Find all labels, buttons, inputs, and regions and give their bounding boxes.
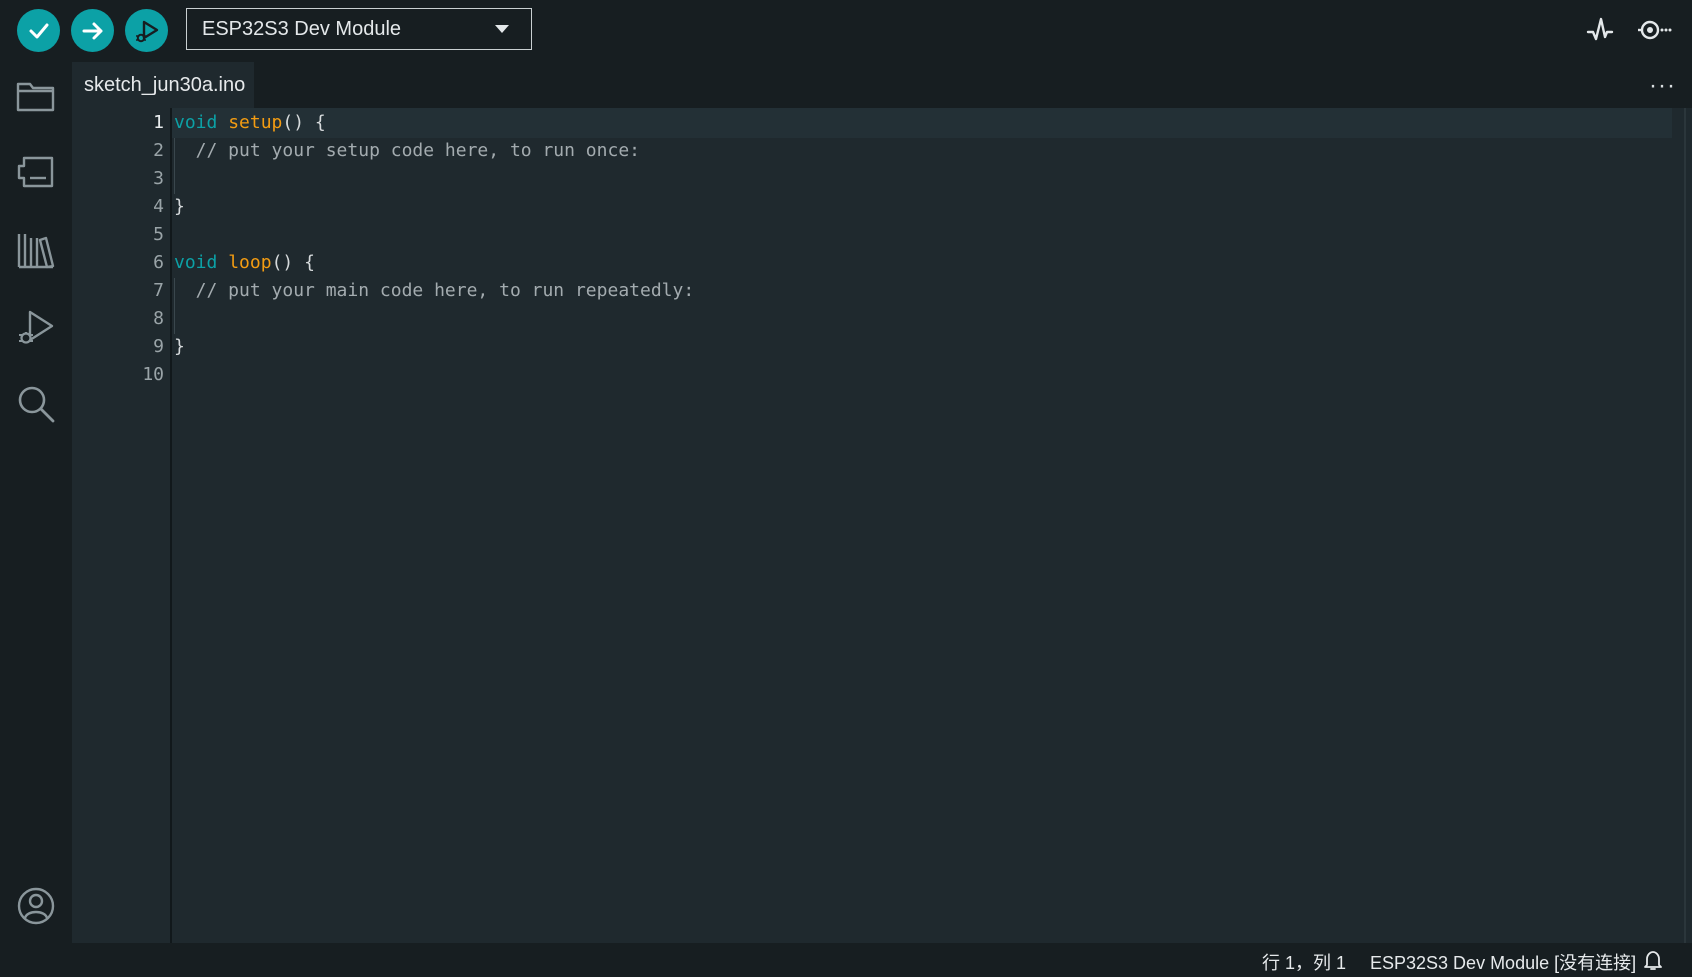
- tab-sketch[interactable]: sketch_jun30a.ino: [72, 62, 254, 108]
- activity-sidebar: [0, 62, 72, 943]
- search-icon: [18, 386, 55, 423]
- sidebar-item-account[interactable]: [14, 884, 58, 928]
- serial-monitor-button[interactable]: [1634, 10, 1674, 50]
- code-editor[interactable]: 1 2 3 4 5 6 7 8 9 10 void setup() { // p…: [72, 108, 1692, 943]
- arduino-ide-window: ESP32S3 Dev Module sketch_jun30a.ino ···…: [0, 0, 1692, 977]
- line-number: 5: [153, 224, 164, 245]
- line-number: 9: [153, 336, 164, 357]
- sidebar-item-search[interactable]: [14, 382, 58, 426]
- cursor-position[interactable]: 行 1，列 1: [1262, 949, 1346, 975]
- line-number-gutter: 1 2 3 4 5 6 7 8 9 10: [72, 108, 172, 943]
- current-line-highlight: [172, 108, 1672, 138]
- line-number: 7: [153, 280, 164, 301]
- board-selector[interactable]: ESP32S3 Dev Module: [186, 8, 532, 50]
- editor-tabbar: sketch_jun30a.ino ···: [72, 62, 1692, 108]
- debug-button[interactable]: [125, 9, 168, 52]
- library-icon: [17, 234, 55, 269]
- sidebar-item-boards-manager[interactable]: [14, 150, 58, 194]
- vertical-scrollbar[interactable]: [1684, 108, 1686, 943]
- account-icon: [17, 887, 55, 925]
- check-icon: [29, 23, 48, 38]
- debug-icon: [135, 20, 158, 42]
- sidebar-item-sketchbook[interactable]: [14, 74, 58, 118]
- verify-button[interactable]: [17, 9, 60, 52]
- line-number: 10: [142, 364, 164, 385]
- status-bar: 行 1，列 1 ESP32S3 Dev Module [没有连接]: [0, 943, 1692, 977]
- code-line: }: [174, 196, 185, 217]
- function-token: setup: [228, 112, 283, 133]
- keyword-token: void: [174, 252, 218, 273]
- code-line: void loop() {: [174, 252, 315, 273]
- board-selector-label: ESP32S3 Dev Module: [202, 17, 402, 40]
- bell-icon[interactable]: [1642, 949, 1664, 971]
- board-manager-icon: [17, 156, 54, 188]
- code-token: () {: [282, 112, 326, 133]
- plotter-icon: [1586, 17, 1614, 41]
- line-number: 8: [153, 308, 164, 329]
- line-number: 3: [153, 168, 164, 189]
- function-token: loop: [228, 252, 272, 273]
- comment-line: // put your setup code here, to run once…: [174, 140, 640, 161]
- toolbar: ESP32S3 Dev Module: [0, 0, 1692, 62]
- sidebar-item-debug[interactable]: [14, 306, 58, 350]
- line-number: 6: [153, 252, 164, 273]
- code-line: void setup() {: [174, 112, 326, 133]
- line-number: 1: [153, 112, 164, 133]
- code-token: () {: [271, 252, 315, 273]
- line-number: 2: [153, 140, 164, 161]
- keyword-token: void: [174, 112, 218, 133]
- folder-icon: [16, 82, 55, 112]
- gutter-divider: [170, 108, 172, 943]
- chevron-down-icon: [495, 25, 509, 33]
- more-options-button[interactable]: ···: [1649, 72, 1676, 100]
- code-line: }: [174, 336, 185, 357]
- arrow-right-icon: [82, 22, 102, 39]
- serial-plotter-button[interactable]: [1580, 10, 1620, 50]
- serial-monitor-icon: [1638, 20, 1672, 40]
- tab-label: sketch_jun30a.ino: [84, 73, 246, 96]
- comment-line: // put your main code here, to run repea…: [174, 280, 695, 301]
- line-number: 4: [153, 196, 164, 217]
- sidebar-item-library-manager[interactable]: [14, 228, 58, 272]
- debug-icon: [19, 310, 54, 344]
- status-board[interactable]: ESP32S3 Dev Module [没有连接]: [1370, 949, 1636, 975]
- upload-button[interactable]: [71, 9, 114, 52]
